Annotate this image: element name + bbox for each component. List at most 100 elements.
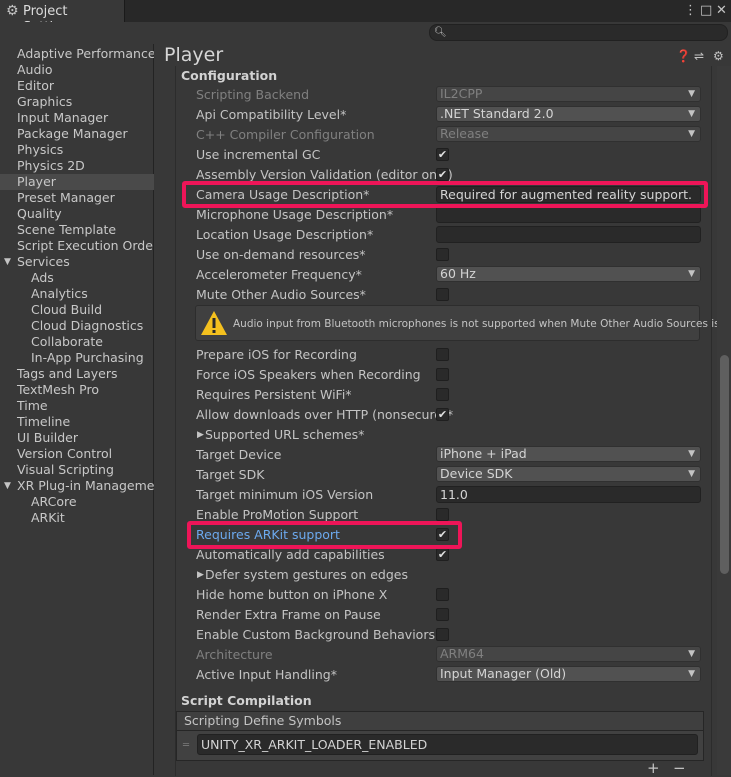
sidebar: Adaptive Performance Audio Editor Graphi…: [0, 44, 170, 775]
sidebar-item-tags-and-layers[interactable]: Tags and Layers: [0, 366, 170, 382]
accelerometer-frequency-dropdown[interactable]: 60 Hz ▼: [436, 266, 701, 282]
scripting-backend-label: Scripting Backend: [196, 87, 310, 102]
search-icon: 🔍︎: [434, 27, 447, 38]
input-handling-label: Active Input Handling*: [196, 667, 337, 682]
settings-gear-icon[interactable]: ⚙: [713, 49, 724, 63]
sidebar-item-services[interactable]: ▼ Services: [0, 254, 170, 270]
sidebar-item-textmesh-pro[interactable]: TextMesh Pro: [0, 382, 170, 398]
location-usage-field[interactable]: [436, 226, 701, 243]
configuration-header: Configuration: [181, 68, 278, 83]
sidebar-item-package-manager[interactable]: Package Manager: [0, 126, 170, 142]
auto-capabilities-label: Automatically add capabilities: [196, 547, 385, 562]
sidebar-item-audio[interactable]: Audio: [0, 62, 170, 78]
microphone-usage-field[interactable]: [436, 206, 701, 223]
custom-bg-label: Enable Custom Background Behaviors: [196, 627, 435, 642]
incremental-gc-label: Use incremental GC: [196, 147, 321, 162]
chevron-down-icon: ▼: [688, 269, 695, 279]
sidebar-item-graphics[interactable]: Graphics: [0, 94, 170, 110]
microphone-usage-label: Microphone Usage Description*: [196, 207, 394, 222]
sidebar-item-script-execution-order[interactable]: Script Execution Order: [0, 238, 170, 254]
expanded-arrow-icon[interactable]: ▼: [4, 254, 11, 270]
incremental-gc-checkbox[interactable]: ✔: [436, 148, 449, 161]
sidebar-item-label: XR Plug-in Management: [17, 478, 168, 493]
accelerometer-frequency-label: Accelerometer Frequency*: [196, 267, 362, 282]
cpp-compiler-label: C++ Compiler Configuration: [196, 127, 375, 142]
maximize-icon[interactable]: □: [700, 3, 712, 19]
hide-home-checkbox[interactable]: [436, 588, 449, 601]
custom-bg-checkbox[interactable]: [436, 628, 449, 641]
remove-icon[interactable]: −: [673, 761, 686, 776]
camera-usage-highlight: [182, 181, 708, 208]
persistent-wifi-checkbox[interactable]: [436, 388, 449, 401]
min-ios-label: Target minimum iOS Version: [196, 487, 374, 502]
warning-box: Audio input from Bluetooth microphones i…: [195, 305, 731, 341]
api-compatibility-label: Api Compatibility Level*: [196, 107, 347, 122]
sidebar-item-quality[interactable]: Quality: [0, 206, 170, 222]
dropdown-value: Input Manager (Old): [440, 666, 567, 681]
page-title: Player: [164, 44, 224, 66]
chevron-down-icon: ▼: [688, 129, 695, 139]
force-speakers-checkbox[interactable]: [436, 368, 449, 381]
dropdown-value: IL2CPP: [440, 86, 483, 101]
more-menu-icon[interactable]: ⋮: [684, 3, 697, 19]
min-ios-field[interactable]: 11.0: [436, 486, 701, 503]
api-compatibility-dropdown[interactable]: .NET Standard 2.0 ▼: [436, 106, 701, 122]
chevron-down-icon: ▼: [688, 89, 695, 99]
presets-icon[interactable]: ⇌: [694, 49, 704, 63]
gear-icon: ⚙: [6, 3, 19, 19]
mute-audio-checkbox[interactable]: [436, 288, 449, 301]
dropdown-value: Device SDK: [440, 466, 513, 481]
sidebar-item-preset-manager[interactable]: Preset Manager: [0, 190, 170, 206]
sidebar-item-physics[interactable]: Physics: [0, 142, 170, 158]
expanded-arrow-icon[interactable]: ▼: [4, 478, 11, 494]
define-symbol-field[interactable]: UNITY_XR_ARKIT_LOADER_ENABLED: [197, 734, 698, 755]
cpp-compiler-dropdown: Release ▼: [436, 126, 701, 142]
architecture-dropdown: ARM64 ▼: [436, 646, 701, 662]
auto-capabilities-checkbox[interactable]: ✔: [436, 548, 449, 561]
allow-http-checkbox[interactable]: ✔: [436, 408, 449, 421]
collapsed-arrow-icon[interactable]: ▶: [197, 427, 204, 443]
tab-project-settings[interactable]: ⚙ Project Settings: [0, 0, 125, 35]
dropdown-value: 60 Hz: [440, 266, 476, 281]
target-device-dropdown[interactable]: iPhone + iPad ▼: [436, 446, 701, 462]
sidebar-item-scene-template[interactable]: Scene Template: [0, 222, 170, 238]
help-icon[interactable]: ❓: [676, 49, 691, 63]
input-handling-dropdown[interactable]: Input Manager (Old) ▼: [436, 666, 701, 682]
sidebar-item-version-control[interactable]: Version Control: [0, 446, 170, 462]
architecture-label: Architecture: [196, 647, 273, 662]
sidebar-item-xr-plugin-management[interactable]: ▼ XR Plug-in Management: [0, 478, 170, 494]
extra-frame-label: Render Extra Frame on Pause: [196, 607, 381, 622]
on-demand-resources-checkbox[interactable]: [436, 248, 449, 261]
sidebar-item-visual-scripting[interactable]: Visual Scripting: [0, 462, 170, 478]
sidebar-item-physics-2d[interactable]: Physics 2D: [0, 158, 170, 174]
sidebar-item-player[interactable]: Player: [0, 174, 170, 190]
force-speakers-label: Force iOS Speakers when Recording: [196, 367, 421, 382]
prepare-ios-label: Prepare iOS for Recording: [196, 347, 357, 362]
dropdown-value: .NET Standard 2.0: [440, 106, 554, 121]
collapsed-arrow-icon[interactable]: ▶: [197, 567, 204, 583]
sidebar-item-editor[interactable]: Editor: [0, 78, 170, 94]
add-icon[interactable]: +: [647, 761, 660, 776]
prepare-ios-checkbox[interactable]: [436, 348, 449, 361]
defer-gestures-foldout[interactable]: Defer system gestures on edges: [205, 567, 408, 583]
define-symbols-label: Scripting Define Symbols: [184, 713, 342, 728]
close-icon[interactable]: ✕: [716, 3, 727, 19]
mute-audio-label: Mute Other Audio Sources*: [196, 287, 366, 302]
promotion-checkbox[interactable]: [436, 508, 449, 521]
arkit-highlight: [187, 521, 462, 549]
chevron-down-icon: ▼: [688, 669, 695, 679]
url-schemes-foldout[interactable]: Supported URL schemes*: [205, 427, 364, 443]
sidebar-item-ui-builder[interactable]: UI Builder: [0, 430, 170, 446]
sidebar-item-input-manager[interactable]: Input Manager: [0, 110, 170, 126]
allow-http-label: Allow downloads over HTTP (nonsecure)*: [196, 407, 454, 422]
target-sdk-dropdown[interactable]: Device SDK ▼: [436, 466, 701, 482]
search-input[interactable]: 🔍︎: [429, 24, 728, 41]
sidebar-item-adaptive-performance[interactable]: Adaptive Performance: [0, 46, 170, 62]
assembly-validation-checkbox[interactable]: ✔: [436, 168, 449, 181]
sidebar-item-time[interactable]: Time: [0, 398, 170, 414]
drag-handle-icon[interactable]: ═: [183, 741, 189, 751]
sidebar-item-timeline[interactable]: Timeline: [0, 414, 170, 430]
extra-frame-checkbox[interactable]: [436, 608, 449, 621]
on-demand-resources-label: Use on-demand resources*: [196, 247, 366, 262]
scrollbar-thumb[interactable]: [720, 355, 729, 574]
